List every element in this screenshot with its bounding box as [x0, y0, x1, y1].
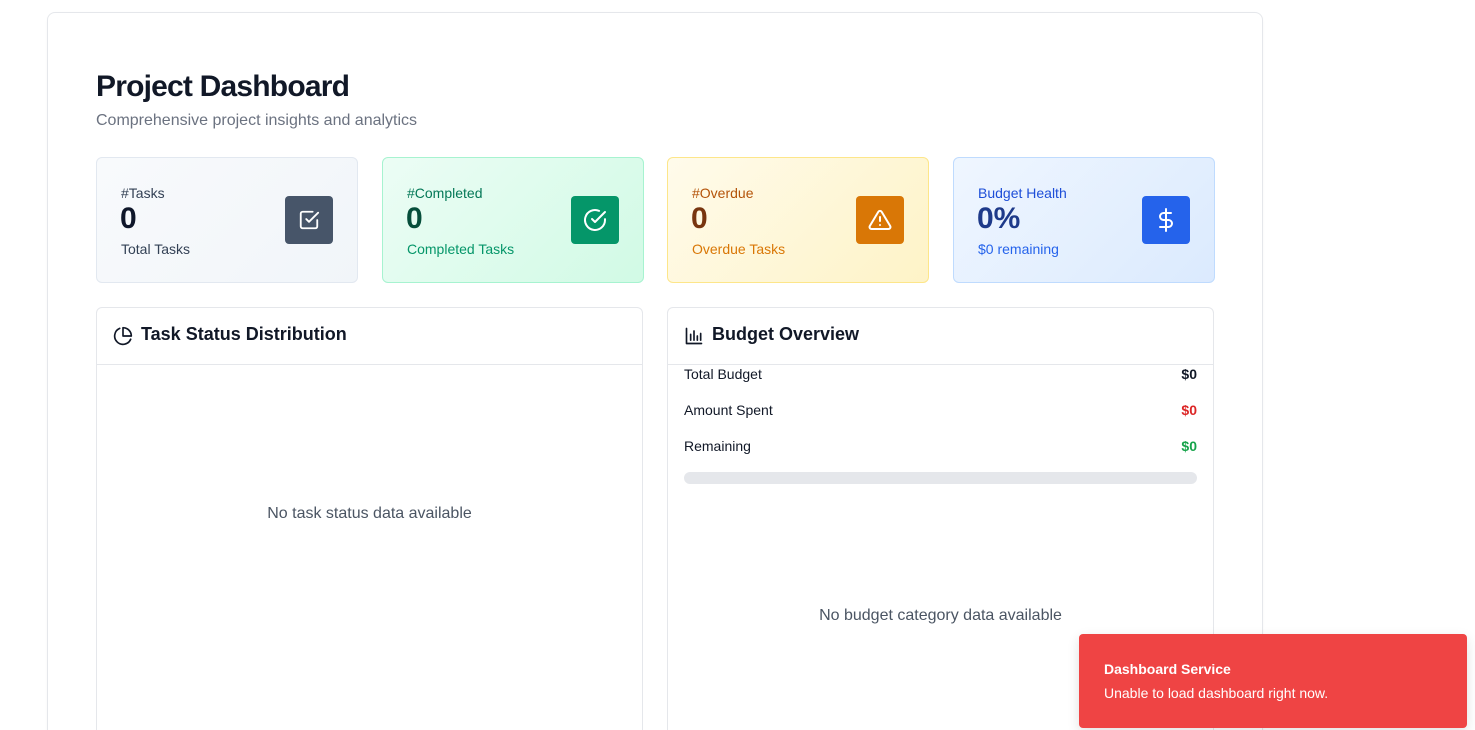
- empty-message: No budget category data available: [819, 607, 1062, 624]
- task-status-card: Task Status Distribution No task status …: [96, 307, 643, 730]
- row-value: $0: [1181, 438, 1197, 454]
- card-title: Task Status Distribution: [141, 324, 347, 344]
- stat-caption: Completed Tasks: [407, 241, 515, 257]
- card-header: Budget Overview: [668, 308, 1213, 365]
- stat-value: 0: [691, 202, 708, 235]
- toast-message: Unable to load dashboard right now.: [1104, 685, 1329, 701]
- stat-label: #Completed: [407, 185, 483, 201]
- stat-card-completed: #Completed 0 Completed Tasks: [382, 157, 644, 283]
- empty-message: No task status data available: [267, 505, 472, 522]
- stat-value: 0%: [977, 202, 1021, 235]
- budget-row-total: Total Budget $0: [684, 366, 1197, 386]
- checkbox-icon: [285, 196, 333, 244]
- stat-card-tasks: #Tasks 0 Total Tasks: [96, 157, 358, 283]
- row-label: Amount Spent: [684, 402, 773, 418]
- dollar-icon: [1142, 196, 1190, 244]
- stat-card-overdue: #Overdue 0 Overdue Tasks: [667, 157, 929, 283]
- stat-value: 0: [406, 202, 423, 235]
- row-value: $0: [1181, 366, 1197, 382]
- row-value: $0: [1181, 402, 1197, 418]
- warning-icon: [856, 196, 904, 244]
- row-label: Remaining: [684, 438, 751, 454]
- stat-caption: Overdue Tasks: [692, 241, 786, 257]
- bar-chart-icon: [684, 326, 704, 346]
- stat-value: 0: [120, 202, 137, 235]
- stat-card-budget-health: Budget Health 0% $0 remaining: [953, 157, 1215, 283]
- page-subtitle: Comprehensive project insights and analy…: [96, 112, 418, 129]
- stat-caption: $0 remaining: [978, 241, 1059, 257]
- check-circle-icon: [571, 196, 619, 244]
- stat-caption: Total Tasks: [121, 241, 190, 257]
- stat-label: #Overdue: [692, 185, 754, 201]
- stat-label: #Tasks: [121, 185, 165, 201]
- budget-row-remaining: Remaining $0: [684, 438, 1197, 458]
- row-label: Total Budget: [684, 366, 762, 382]
- toast-title: Dashboard Service: [1104, 661, 1231, 677]
- pie-chart-icon: [113, 326, 133, 346]
- page-title: Project Dashboard: [96, 70, 350, 103]
- budget-progress-bar: [684, 472, 1197, 484]
- stat-label: Budget Health: [978, 185, 1067, 201]
- card-title: Budget Overview: [712, 324, 860, 344]
- budget-row-spent: Amount Spent $0: [684, 402, 1197, 422]
- card-header: Task Status Distribution: [97, 308, 642, 365]
- error-toast[interactable]: Dashboard Service Unable to load dashboa…: [1079, 634, 1467, 728]
